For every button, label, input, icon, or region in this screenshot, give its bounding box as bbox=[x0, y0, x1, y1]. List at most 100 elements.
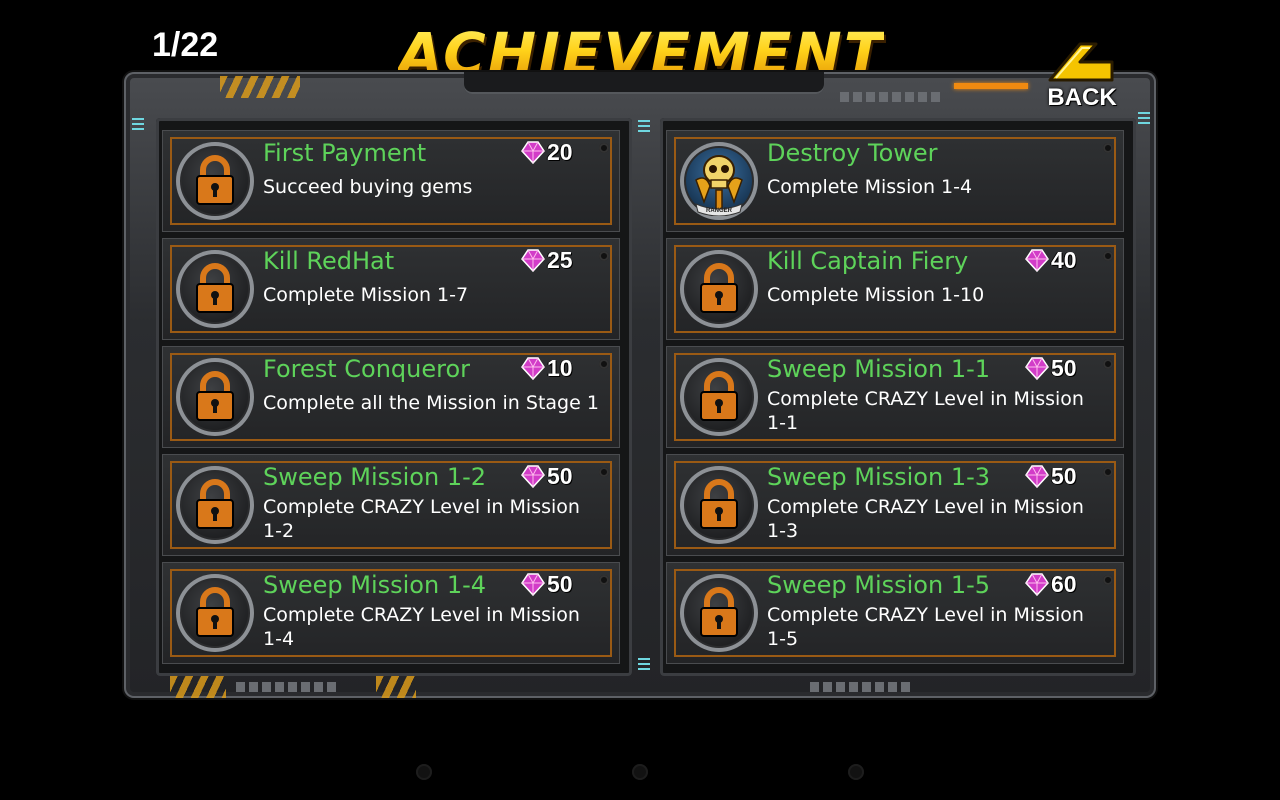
achievement-description: Complete CRAZY Level in Mission 1-1 bbox=[767, 388, 1084, 434]
frame-top-bar bbox=[464, 72, 824, 94]
achievement-card[interactable]: First Payment Succeed buying gems 20 bbox=[162, 130, 620, 232]
achievement-description: Complete Mission 1-10 bbox=[767, 284, 985, 306]
achievement-description: Complete CRAZY Level in Mission 1-3 bbox=[767, 496, 1084, 542]
achievement-counter: 1/22 bbox=[152, 26, 219, 64]
badge-text: RANGER bbox=[706, 208, 733, 214]
achievement-description: Succeed buying gems bbox=[263, 176, 473, 198]
badge-frame bbox=[680, 574, 758, 652]
lock-icon bbox=[196, 479, 234, 529]
back-arrow-icon bbox=[1048, 42, 1114, 82]
reward-amount: 50 bbox=[547, 462, 573, 489]
lock-icon bbox=[196, 155, 234, 205]
hazard-stripes bbox=[220, 76, 300, 98]
badge-frame bbox=[176, 142, 254, 220]
reward-amount: 50 bbox=[1051, 354, 1077, 381]
achievement-description: Complete Mission 1-4 bbox=[767, 176, 973, 198]
gem-icon bbox=[1025, 465, 1049, 489]
achievement-description: Complete Mission 1-7 bbox=[263, 284, 469, 306]
status-dot bbox=[599, 467, 609, 477]
gem-reward: 50 bbox=[519, 569, 573, 599]
lock-icon bbox=[700, 371, 738, 421]
ranger-skull-icon: RANGER bbox=[695, 155, 743, 216]
status-dot bbox=[1103, 359, 1113, 369]
badge-frame bbox=[680, 358, 758, 436]
badge-frame bbox=[176, 574, 254, 652]
frame-indicator bbox=[638, 120, 650, 134]
lock-icon bbox=[196, 587, 234, 637]
achievement-description: Complete CRAZY Level in Mission 1-4 bbox=[263, 604, 580, 650]
achievement-name: Sweep Mission 1-5 bbox=[767, 571, 991, 599]
frame-pips bbox=[840, 92, 940, 102]
gem-reward: 40 bbox=[1023, 245, 1077, 275]
reward-amount: 40 bbox=[1051, 246, 1077, 273]
badge-frame: RANGER bbox=[680, 142, 758, 220]
status-dot bbox=[1103, 467, 1113, 477]
achievement-name: Forest Conqueror bbox=[263, 355, 471, 383]
achievements-left-column: First Payment Succeed buying gems 20 Kil… bbox=[156, 118, 632, 676]
reward-amount: 50 bbox=[547, 570, 573, 597]
lock-icon bbox=[700, 479, 738, 529]
achievement-description: Complete CRAZY Level in Mission 1-2 bbox=[263, 496, 580, 542]
badge-frame bbox=[176, 466, 254, 544]
achievement-card[interactable]: Sweep Mission 1-5 Complete CRAZY Level i… bbox=[666, 562, 1124, 664]
back-button[interactable]: BACK bbox=[1040, 38, 1120, 111]
achievement-card[interactable]: RANGER Destroy Tower Complete Mission 1-… bbox=[666, 130, 1124, 232]
gem-reward: 50 bbox=[1023, 461, 1077, 491]
achievement-card[interactable]: Kill Captain Fiery Complete Mission 1-10… bbox=[666, 238, 1124, 340]
page-indicator-dot bbox=[416, 764, 432, 780]
gem-reward: 60 bbox=[1023, 569, 1077, 599]
achievement-name: Kill Captain Fiery bbox=[767, 247, 969, 275]
hazard-stripes bbox=[376, 676, 416, 698]
frame-indicator bbox=[638, 658, 650, 672]
badge-frame bbox=[680, 466, 758, 544]
gem-icon bbox=[1025, 357, 1049, 381]
achievement-name: Sweep Mission 1-4 bbox=[263, 571, 487, 599]
achievement-name: Sweep Mission 1-3 bbox=[767, 463, 991, 491]
achievement-name: Sweep Mission 1-1 bbox=[767, 355, 991, 383]
status-dot bbox=[599, 359, 609, 369]
reward-amount: 25 bbox=[547, 246, 573, 273]
gem-icon bbox=[521, 573, 545, 597]
badge-frame bbox=[680, 250, 758, 328]
gem-icon bbox=[521, 465, 545, 489]
gem-reward: 25 bbox=[519, 245, 573, 275]
achievement-card[interactable]: Sweep Mission 1-3 Complete CRAZY Level i… bbox=[666, 454, 1124, 556]
status-dot bbox=[1103, 251, 1113, 261]
achievement-name: Kill RedHat bbox=[263, 247, 395, 275]
frame-pips bbox=[810, 682, 910, 692]
achievement-card[interactable]: Forest Conqueror Complete all the Missio… bbox=[162, 346, 620, 448]
page-indicator-dot bbox=[848, 764, 864, 780]
achievement-name: Sweep Mission 1-2 bbox=[263, 463, 487, 491]
gem-reward: 50 bbox=[1023, 353, 1077, 383]
lock-icon bbox=[196, 371, 234, 421]
hazard-stripes bbox=[170, 676, 226, 698]
achievement-card[interactable]: Sweep Mission 1-1 Complete CRAZY Level i… bbox=[666, 346, 1124, 448]
page-indicator-dot bbox=[632, 764, 648, 780]
gem-icon bbox=[521, 357, 545, 381]
gem-icon bbox=[1025, 573, 1049, 597]
frame-pips bbox=[236, 682, 336, 692]
achievement-card[interactable]: Kill RedHat Complete Mission 1-7 25 bbox=[162, 238, 620, 340]
status-dot bbox=[599, 251, 609, 261]
status-dot bbox=[1103, 575, 1113, 585]
achievements-right-column: RANGER Destroy Tower Complete Mission 1-… bbox=[660, 118, 1136, 676]
back-label: BACK bbox=[1047, 84, 1117, 111]
status-dot bbox=[599, 143, 609, 153]
status-dot bbox=[1103, 143, 1113, 153]
gem-icon bbox=[521, 249, 545, 273]
reward-amount: 10 bbox=[547, 354, 573, 381]
lock-icon bbox=[700, 587, 738, 637]
frame-indicator bbox=[132, 118, 144, 132]
achievement-description: Complete CRAZY Level in Mission 1-5 bbox=[767, 604, 1084, 650]
orange-indicator bbox=[954, 83, 1028, 89]
status-dot bbox=[599, 575, 609, 585]
achievement-card[interactable]: Sweep Mission 1-2 Complete CRAZY Level i… bbox=[162, 454, 620, 556]
frame-indicator bbox=[1138, 112, 1150, 126]
gem-reward: 20 bbox=[519, 137, 573, 167]
achievement-card[interactable]: Sweep Mission 1-4 Complete CRAZY Level i… bbox=[162, 562, 620, 664]
achievement-description: Complete all the Mission in Stage 1 bbox=[263, 392, 599, 414]
gem-icon bbox=[1025, 249, 1049, 273]
reward-amount: 20 bbox=[547, 138, 573, 165]
reward-amount: 60 bbox=[1051, 570, 1077, 597]
gem-reward: 50 bbox=[519, 461, 573, 491]
